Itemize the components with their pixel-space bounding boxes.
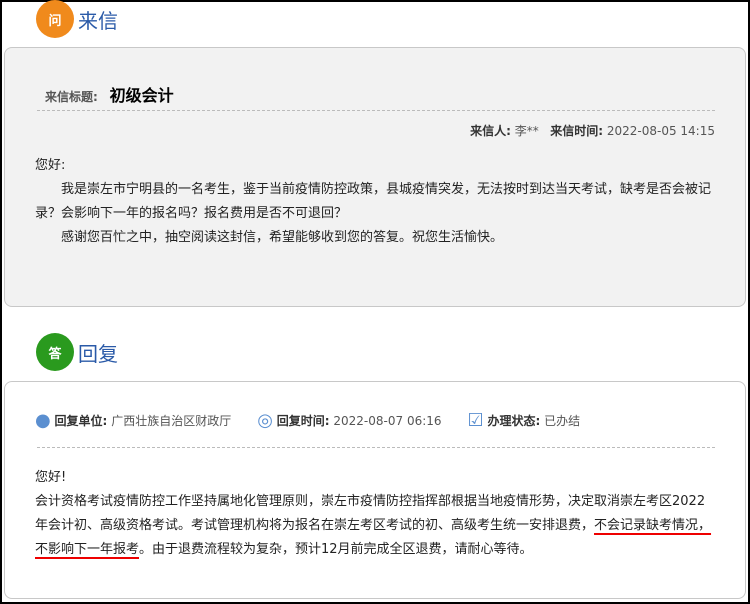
reply-header: 答 回复	[36, 333, 118, 371]
reply-section-title: 回复	[78, 341, 118, 366]
reply-box: ● 回复单位: 广西壮族自治区财政厅 ◎ 回复时间: 2022-08-07 06…	[4, 381, 746, 599]
checkbox-icon: ☑	[467, 410, 484, 431]
sender-row: 来信人: 李** 来信时间: 2022-08-05 14:15	[470, 122, 715, 139]
reply-paragraph: 会计资格考试疫情防控工作坚持属地化管理原则，崇左市疫情防控指挥部根据当地疫情形势…	[35, 490, 715, 562]
letter-paragraph: 感谢您百忙之中，抽空阅读这封信，希望能够收到您的答复。祝您生活愉快。	[61, 230, 504, 245]
letter-body: 您好: 我是崇左市宁明县的一名考生，鉴于当前疫情防控政策，县城疫情突发，无法按时…	[35, 154, 715, 250]
letter-time-label: 来信时间:	[550, 124, 604, 138]
letter-section-title: 来信	[78, 8, 118, 33]
reply-meta: ● 回复单位: 广西壮族自治区财政厅 ◎ 回复时间: 2022-08-07 06…	[35, 410, 580, 431]
letter-header: 问 来信	[36, 0, 118, 38]
status: 已办结	[544, 414, 581, 428]
reply-body: 您好! 会计资格考试疫情防控工作坚持属地化管理原则，崇左市疫情防控指挥部根据当地…	[35, 466, 715, 562]
reply-time: 2022-08-07 06:16	[333, 413, 442, 428]
subject-label: 来信标题:	[45, 90, 98, 104]
letter-greeting: 您好:	[35, 158, 66, 173]
reply-greeting: 您好!	[35, 470, 67, 485]
question-mail-icon: 问	[36, 0, 74, 38]
unit: 广西壮族自治区财政厅	[111, 414, 232, 428]
alarm-clock-icon: ◎	[257, 410, 273, 431]
letter-time: 2022-08-05 14:15	[606, 124, 715, 138]
subject: 初级会计	[109, 86, 174, 105]
sender-label: 来信人:	[470, 124, 511, 138]
subject-row: 来信标题: 初级会计	[45, 82, 174, 106]
letter-paragraph: 我是崇左市宁明县的一名考生，鉴于当前疫情防控政策，县城疫情突发，无法按时到达当天…	[35, 182, 712, 221]
unit-label: 回复单位:	[54, 414, 108, 428]
reply-text: 。由于退费流程较为复杂，预计12月前完成全区退费，请耐心等待。	[139, 542, 533, 557]
answer-mail-icon: 答	[36, 333, 74, 371]
sender: 李**	[514, 124, 539, 138]
status-label: 办理状态:	[487, 414, 541, 428]
reply-time-label: 回复时间:	[276, 414, 330, 428]
user-icon: ●	[35, 410, 51, 431]
letter-box: 来信标题: 初级会计 来信人: 李** 来信时间: 2022-08-05 14:…	[4, 47, 746, 307]
